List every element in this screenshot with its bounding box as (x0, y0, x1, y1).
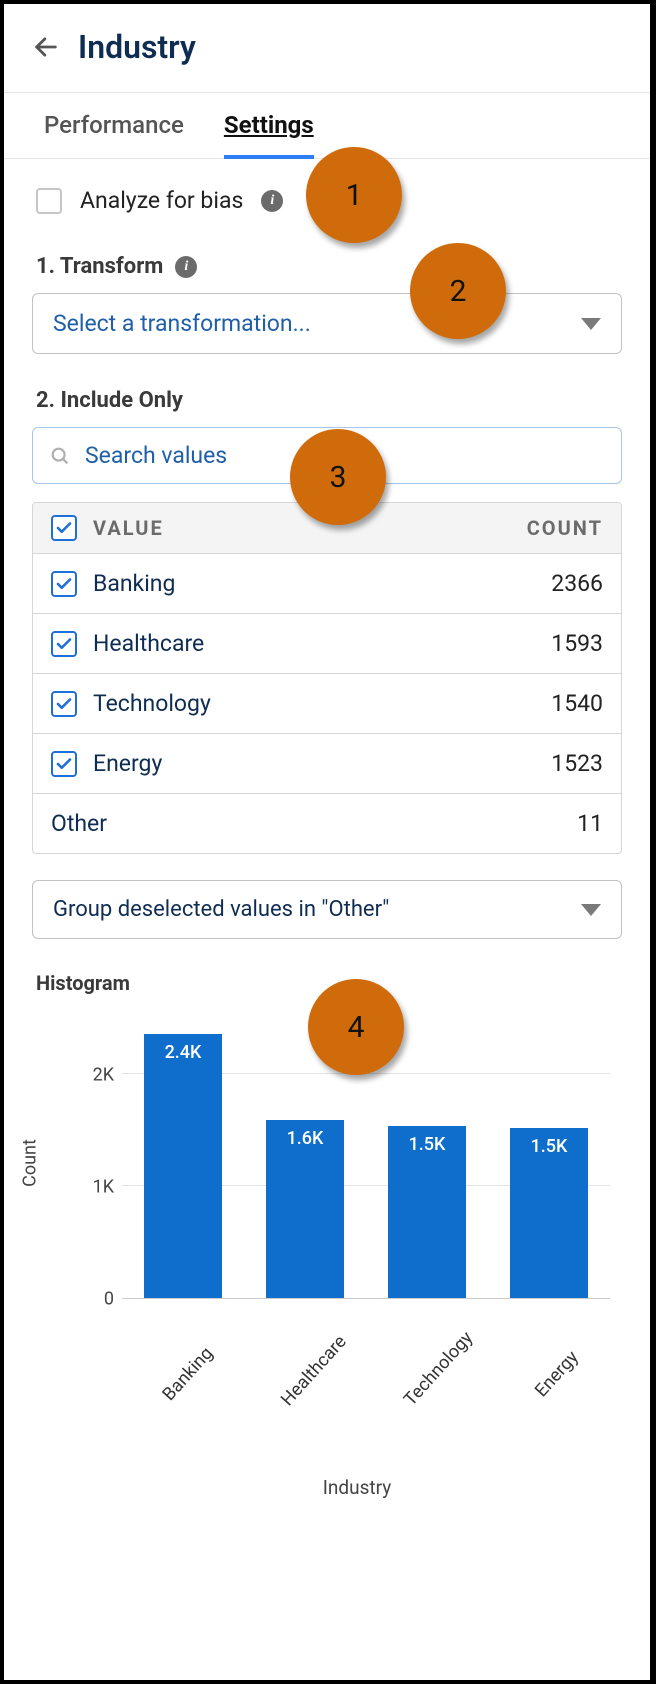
y-tick: 2K (84, 1065, 114, 1086)
bar: 1.6K (266, 1120, 344, 1298)
row-checkbox[interactable] (51, 751, 77, 777)
select-all-checkbox[interactable] (51, 515, 77, 541)
transform-placeholder: Select a transformation... (53, 310, 311, 337)
table-row[interactable]: Healthcare 1593 (33, 614, 621, 674)
row-count: 1593 (551, 630, 603, 657)
tab-performance[interactable]: Performance (44, 111, 184, 158)
grouping-select[interactable]: Group deselected values in "Other" (32, 880, 622, 939)
include-label: 2. Include Only (36, 388, 183, 413)
analyze-bias-label: Analyze for bias (80, 187, 243, 214)
table-row[interactable]: Technology 1540 (33, 674, 621, 734)
bar-value-label: 1.5K (531, 1136, 568, 1157)
tab-settings[interactable]: Settings (224, 111, 314, 159)
header: Industry (4, 4, 650, 93)
table-row[interactable]: Energy 1523 (33, 734, 621, 794)
chevron-down-icon (581, 318, 601, 330)
bar-value-label: 1.6K (287, 1128, 324, 1149)
row-count: 2366 (551, 570, 603, 597)
x-axis-label: Industry (32, 1476, 622, 1499)
bar-value-label: 1.5K (409, 1134, 446, 1155)
bar: 2.4K (144, 1034, 222, 1298)
x-tick-label: Energy (522, 1338, 590, 1410)
page-title: Industry (78, 28, 196, 66)
include-section-title: 2. Include Only (36, 388, 618, 413)
panel-frame: Industry Performance Settings 1 Analyze … (0, 0, 656, 1684)
y-axis-label: Count (20, 1139, 41, 1187)
transform-section-title: 1. Transform i (36, 254, 618, 279)
bar: 1.5K (388, 1126, 466, 1298)
row-value: Banking (93, 570, 175, 597)
annotation-2: 2 (410, 243, 506, 339)
row-checkbox[interactable] (51, 571, 77, 597)
y-tick: 0 (84, 1289, 114, 1310)
search-placeholder: Search values (85, 442, 227, 469)
bar: 1.5K (510, 1128, 588, 1298)
table-row[interactable]: Banking 2366 (33, 554, 621, 614)
annotation-1: 1 (306, 147, 402, 243)
info-icon[interactable]: i (175, 256, 197, 278)
row-checkbox[interactable] (51, 631, 77, 657)
col-value: VALUE (93, 516, 164, 540)
transform-select[interactable]: Select a transformation... (32, 293, 622, 354)
annotation-3: 3 (290, 429, 386, 525)
x-tick-labels: BankingHealthcareTechnologyEnergy (118, 1323, 610, 1388)
row-value: Energy (93, 750, 162, 777)
chevron-down-icon (581, 904, 601, 916)
analyze-bias-checkbox[interactable] (36, 188, 62, 214)
tabs: Performance Settings (4, 93, 650, 159)
table-row-other[interactable]: Other 11 (33, 794, 621, 853)
row-value: Healthcare (93, 630, 204, 657)
y-tick: 1K (84, 1177, 114, 1198)
row-value: Technology (93, 690, 211, 717)
annotation-4: 4 (308, 979, 404, 1075)
x-tick-label: Technology (399, 1338, 467, 1410)
grouping-label: Group deselected values in "Other" (53, 897, 389, 922)
settings-panel: 1 Analyze for bias i 1. Transform i Sele… (4, 159, 650, 1499)
info-icon[interactable]: i (261, 190, 283, 212)
col-count: COUNT (527, 516, 603, 540)
search-icon (49, 445, 71, 467)
x-tick-label: Healthcare (276, 1338, 344, 1410)
row-value: Other (51, 810, 107, 837)
bar-value-label: 2.4K (165, 1042, 202, 1063)
values-table: VALUE COUNT Banking 2366 Healthcare 1593 (32, 502, 622, 854)
row-checkbox[interactable] (51, 691, 77, 717)
row-count: 1523 (551, 750, 603, 777)
row-count: 11 (577, 810, 603, 837)
back-arrow-icon[interactable] (32, 33, 60, 61)
transform-label: 1. Transform (36, 254, 163, 279)
row-count: 1540 (551, 690, 603, 717)
x-tick-label: Banking (153, 1338, 221, 1410)
